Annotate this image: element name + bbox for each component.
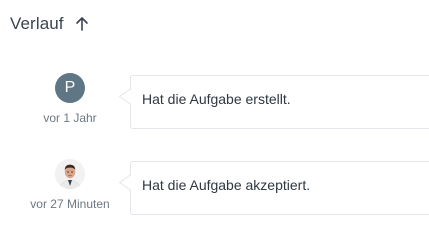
history-title: Verlauf <box>10 14 64 33</box>
history-header: Verlauf <box>10 14 90 34</box>
arrow-up-icon[interactable] <box>74 16 90 32</box>
entry-text: Hat die Aufgabe erstellt. <box>142 91 291 107</box>
entry-bubble: Hat die Aufgabe akzeptiert. <box>118 161 429 215</box>
user-photo-icon[interactable] <box>55 159 85 189</box>
entry-author: vor 27 Minuten <box>20 159 120 217</box>
entry-text: Hat die Aufgabe akzeptiert. <box>142 177 311 193</box>
avatar[interactable]: P <box>55 73 85 103</box>
entry-author: P vor 1 Jahr <box>20 73 120 131</box>
entry-timestamp: vor 1 Jahr <box>43 111 97 125</box>
history-entry: P vor 1 Jahr Hat die Aufgabe erstellt. <box>0 73 429 131</box>
entry-bubble: Hat die Aufgabe erstellt. <box>118 75 429 129</box>
entry-timestamp: vor 27 Minuten <box>30 197 110 211</box>
avatar-initial: P <box>64 79 76 96</box>
history-entry: vor 27 Minuten Hat die Aufgabe akzeptier… <box>0 159 429 217</box>
bubble-pointer <box>118 174 141 191</box>
bubble-pointer <box>118 88 141 105</box>
